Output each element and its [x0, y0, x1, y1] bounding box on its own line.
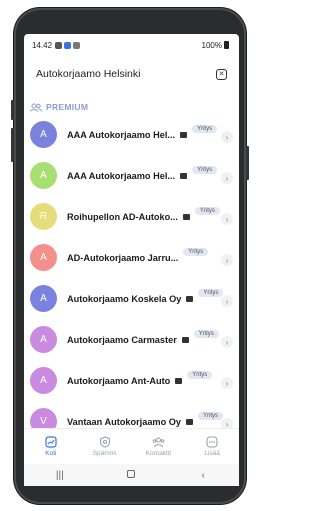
status-badge: Yritys: [194, 206, 220, 215]
chevron-right-icon[interactable]: ›: [221, 336, 233, 348]
system-nav-bar: ||| ‹: [24, 464, 239, 486]
tab-spammi[interactable]: Spämmi: [78, 429, 132, 464]
notification-icon: [55, 41, 63, 49]
result-name: Vantaan Autokorjaamo Oy: [67, 416, 182, 427]
section-header: PREMIUM: [30, 102, 88, 112]
status-badge: Yritys: [183, 247, 209, 256]
search-input[interactable]: Autokorjaamo Helsinki: [36, 68, 216, 80]
list-item[interactable]: A AD-Autokorjaamo Jarru... Yritys ›: [24, 237, 239, 278]
status-badge: Yritys: [187, 370, 213, 379]
tab-koti[interactable]: Koti: [24, 429, 78, 464]
status-badge: Yritys: [193, 329, 219, 338]
chevron-right-icon[interactable]: ›: [221, 295, 233, 307]
home-chart-icon: [45, 436, 57, 448]
result-name: AD-Autokorjaamo Jarru...: [67, 252, 179, 263]
result-name: Autokorjaamo Koskela Oy: [67, 293, 182, 304]
search-bar[interactable]: Autokorjaamo Helsinki ✕: [30, 61, 233, 87]
close-icon[interactable]: ✕: [216, 68, 227, 80]
status-bar: 14.42 100%: [24, 34, 239, 56]
list-item[interactable]: A AAA Autokorjaamo Hel... Yritys ›: [24, 114, 239, 155]
screen: 14.42 100% Autokorjaamo Helsinki ✕ PREMI…: [24, 34, 239, 486]
chevron-right-icon[interactable]: ›: [221, 377, 233, 389]
status-badge: Yritys: [198, 411, 224, 420]
more-icon: [206, 436, 218, 448]
avatar: A: [30, 162, 57, 189]
result-name: Autokorjaamo Carmaster: [67, 334, 177, 345]
app-icon: [64, 41, 72, 49]
back-icon[interactable]: ‹: [193, 470, 213, 481]
tab-label: Spämmi: [92, 450, 117, 457]
status-badge: Yritys: [192, 165, 218, 174]
battery-percent: 100%: [201, 40, 222, 50]
avatar: A: [30, 367, 57, 394]
briefcase-icon: [180, 172, 188, 179]
avatar: A: [30, 244, 57, 271]
section-title: PREMIUM: [46, 102, 89, 112]
results-list: A AAA Autokorjaamo Hel... Yritys › A AAA…: [24, 114, 239, 442]
list-item[interactable]: A Autokorjaamo Carmaster Yritys ›: [24, 319, 239, 360]
briefcase-icon: [180, 131, 188, 138]
recents-icon[interactable]: |||: [50, 470, 70, 481]
briefcase-icon: [186, 418, 194, 425]
avatar: A: [30, 121, 57, 148]
tab-label: Koti: [45, 450, 57, 457]
briefcase-icon: [182, 213, 190, 220]
list-item[interactable]: R Roihupellon AD-Autoko... Yritys ›: [24, 196, 239, 237]
result-name: AAA Autokorjaamo Hel...: [67, 129, 176, 140]
shield-icon: [99, 436, 110, 448]
briefcase-icon: [186, 295, 194, 302]
tab-lisaa[interactable]: Lisää: [185, 429, 239, 464]
chevron-right-icon[interactable]: ›: [221, 254, 233, 266]
avatar: A: [30, 326, 57, 353]
list-item[interactable]: A Autokorjaamo Ant-Auto Yritys ›: [24, 360, 239, 401]
briefcase-icon: [175, 377, 183, 384]
bottom-nav: Koti Spämmi Kontaktit Lisää: [24, 428, 239, 464]
chevron-right-icon[interactable]: ›: [221, 131, 233, 143]
list-item[interactable]: A AAA Autokorjaamo Hel... Yritys ›: [24, 155, 239, 196]
result-name: Roihupellon AD-Autoko...: [67, 211, 178, 222]
home-icon[interactable]: [121, 469, 141, 481]
mail-icon: [73, 41, 81, 49]
status-badge: Yritys: [192, 124, 218, 133]
status-badge: Yritys: [198, 288, 224, 297]
chevron-right-icon[interactable]: ›: [221, 172, 233, 184]
avatar: A: [30, 285, 57, 312]
tab-kontaktit[interactable]: Kontaktit: [132, 429, 186, 464]
briefcase-icon: [181, 336, 189, 343]
list-item[interactable]: A Autokorjaamo Koskela Oy Yritys ›: [24, 278, 239, 319]
result-name: Autokorjaamo Ant-Auto: [67, 375, 171, 386]
contacts-icon: [152, 437, 165, 448]
avatar: R: [30, 203, 57, 230]
result-name: AAA Autokorjaamo Hel...: [67, 170, 176, 181]
status-time: 14.42: [32, 40, 53, 50]
chevron-right-icon[interactable]: ›: [221, 213, 233, 225]
power-button: [11, 100, 14, 120]
side-button: [246, 146, 249, 180]
tab-label: Lisää: [204, 450, 220, 457]
group-icon: [30, 103, 42, 112]
tab-label: Kontaktit: [145, 450, 172, 457]
volume-button: [11, 128, 14, 162]
battery-icon: [224, 41, 229, 49]
